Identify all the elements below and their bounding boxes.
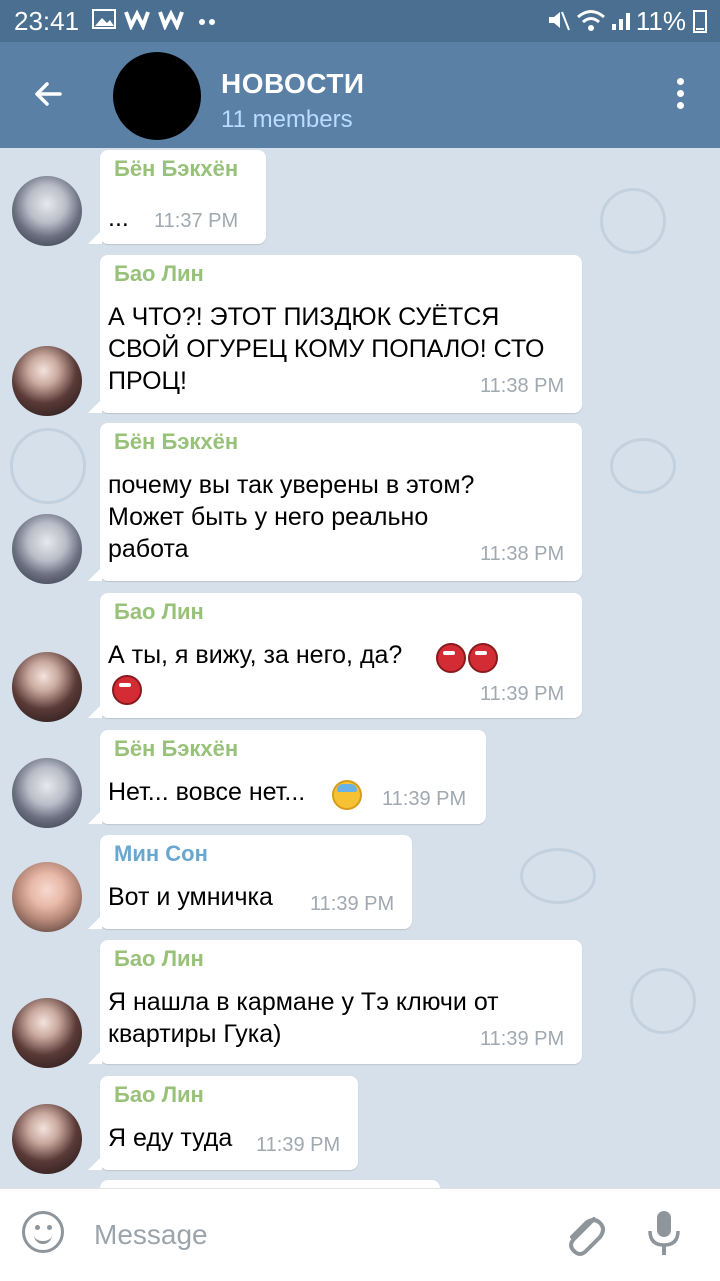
- message-text: ...: [108, 204, 129, 232]
- avatar[interactable]: [12, 652, 82, 722]
- attach-icon[interactable]: [560, 1207, 608, 1259]
- message-bubble[interactable]: Бао Лин Я еду туда 11:39 PM: [88, 1076, 358, 1170]
- message-input[interactable]: [92, 1211, 536, 1259]
- message-sender[interactable]: Бао Лин: [114, 1082, 204, 1108]
- avatar[interactable]: [12, 862, 82, 932]
- emoji-icon[interactable]: [22, 1211, 64, 1253]
- message-time: 11:39 PM: [480, 1028, 565, 1050]
- background-doodle: [600, 188, 666, 254]
- more-menu-icon[interactable]: [668, 78, 692, 118]
- message-time: 11:38 PM: [480, 375, 565, 397]
- message-bubble[interactable]: Мин Сон Вот и умничка 11:39 PM: [88, 835, 412, 929]
- message-text-line: работа: [108, 535, 189, 563]
- avatar[interactable]: [12, 514, 82, 584]
- message-text-line: ПРОЦ!: [108, 367, 187, 395]
- w-icon: [124, 9, 150, 30]
- avatar[interactable]: [12, 1104, 82, 1174]
- battery-icon: [693, 10, 707, 33]
- battery-level: 11%: [635, 6, 686, 36]
- dots-icon: [199, 19, 215, 25]
- signal-icon: [612, 13, 630, 30]
- back-arrow-icon[interactable]: [30, 76, 66, 112]
- message-sender[interactable]: Мин Сон: [114, 841, 208, 867]
- chat-header: НОВОСТИ 11 members: [0, 42, 720, 148]
- message-bubble[interactable]: Бён Бэкхён ... 11:37 PM: [88, 150, 266, 244]
- message-sender[interactable]: Бао Лин: [114, 599, 204, 625]
- message-bubble[interactable]: Бао Лин А ты, я вижу, за него, да? 11:39…: [88, 593, 582, 718]
- message-time: 11:37 PM: [154, 210, 239, 232]
- message-text-line: Может быть у него реально: [108, 503, 429, 531]
- message-text-line: Я нашла в кармане у Тэ ключи от: [108, 988, 499, 1016]
- message-text-line: А ЧТО?! ЭТОТ ПИЗДЮК СУЁТСЯ: [108, 303, 500, 331]
- image-icon: [92, 9, 116, 29]
- avatar[interactable]: [12, 998, 82, 1068]
- mute-icon: [549, 11, 570, 31]
- message-sender[interactable]: Бён Бэкхён: [114, 156, 238, 182]
- avatar[interactable]: [12, 346, 82, 416]
- message-time: 11:38 PM: [480, 543, 565, 565]
- w-icon: [158, 9, 184, 30]
- chat-title[interactable]: НОВОСТИ: [221, 68, 365, 100]
- message-text-line: квартиры Гука): [108, 1020, 282, 1048]
- ogre-emoji: [436, 643, 466, 673]
- message-bubble[interactable]: Бён Бэкхён почему вы так уверены в этом?…: [88, 423, 582, 581]
- message-text: А ты, я вижу, за него, да?: [108, 641, 403, 669]
- message-sender[interactable]: Бао Лин: [114, 946, 204, 972]
- message-time: 11:39 PM: [480, 683, 565, 705]
- ogre-emoji: [468, 643, 498, 673]
- partial-message-bubble[interactable]: [88, 1180, 440, 1188]
- message-text: Я еду туда: [108, 1124, 233, 1152]
- message-bubble[interactable]: Бао Лин А ЧТО?! ЭТОТ ПИЗДЮК СУЁТСЯ СВОЙ …: [88, 255, 582, 413]
- status-time: 23:41: [14, 6, 80, 36]
- message-time: 11:39 PM: [310, 893, 395, 915]
- message-bubble[interactable]: Бао Лин Я нашла в кармане у Тэ ключи от …: [88, 940, 582, 1064]
- background-doodle: [630, 968, 696, 1034]
- ogre-emoji: [112, 675, 142, 705]
- message-list[interactable]: Бён Бэкхён ... 11:37 PM Бао Лин А ЧТО?! …: [0, 148, 720, 1188]
- wifi-icon: [577, 10, 605, 31]
- avatar[interactable]: [12, 176, 82, 246]
- background-doodle: [610, 438, 676, 494]
- background-doodle: [520, 848, 596, 904]
- message-time: 11:39 PM: [256, 1134, 341, 1156]
- message-composer: [0, 1188, 720, 1281]
- message-sender[interactable]: Бён Бэкхён: [114, 736, 238, 762]
- message-text-line: СВОЙ ОГУРЕЦ КОМУ ПОПАЛО! СТО: [108, 335, 545, 363]
- message-text: Вот и умничка: [108, 883, 273, 911]
- message-time: 11:39 PM: [382, 788, 467, 810]
- message-sender[interactable]: Бао Лин: [114, 261, 204, 287]
- microphone-icon[interactable]: [644, 1207, 684, 1261]
- group-avatar[interactable]: [113, 52, 201, 140]
- background-doodle: [10, 428, 86, 504]
- anxious-face-emoji: [332, 780, 362, 810]
- member-count: 11 members: [221, 106, 353, 133]
- status-bar: 23:41 11%: [0, 0, 720, 42]
- message-text: Нет... вовсе нет...: [108, 778, 306, 806]
- message-bubble[interactable]: Бён Бэкхён Нет... вовсе нет... 11:39 PM: [88, 730, 486, 824]
- message-sender[interactable]: Бён Бэкхён: [114, 429, 238, 455]
- message-text-line: почему вы так уверены в этом?: [108, 471, 475, 499]
- avatar[interactable]: [12, 758, 82, 828]
